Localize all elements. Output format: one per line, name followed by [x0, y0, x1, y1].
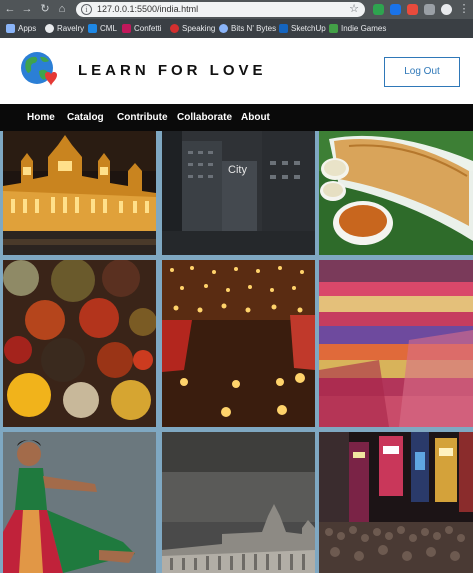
- extension-icon[interactable]: [390, 4, 401, 15]
- extension-icon[interactable]: [424, 4, 435, 15]
- dosa-image: [319, 131, 473, 255]
- globe-heart-logo[interactable]: [20, 51, 58, 89]
- main-nav: Home Catalog Contribute Collaborate Abou…: [0, 104, 473, 131]
- back-icon[interactable]: ←: [4, 3, 16, 15]
- cml-icon: [88, 24, 97, 33]
- dancer-tile[interactable]: [3, 432, 156, 573]
- bookmark-indie-games[interactable]: Indie Games: [329, 22, 386, 35]
- city-label: City: [228, 164, 247, 176]
- logout-button[interactable]: Log Out: [384, 57, 460, 87]
- textiles-tile[interactable]: [319, 260, 473, 427]
- diyas-image: [162, 260, 315, 427]
- profile-icon[interactable]: [441, 4, 452, 15]
- bookmark-speaking[interactable]: Speaking: [170, 22, 215, 35]
- site-title: LEARN FOR LOVE: [78, 62, 267, 79]
- textiles-image: [319, 260, 473, 427]
- diyas-tile[interactable]: [162, 260, 315, 427]
- ravelry-icon: [45, 24, 54, 33]
- apps-icon: [6, 24, 15, 33]
- monument-image: [162, 432, 315, 573]
- dosa-tile[interactable]: [319, 131, 473, 255]
- extension-icon[interactable]: [407, 4, 418, 15]
- bookmark-apps[interactable]: Apps: [6, 22, 36, 35]
- city-tile[interactable]: City: [162, 131, 315, 255]
- city-image: [162, 131, 315, 255]
- nav-home[interactable]: Home: [27, 104, 55, 131]
- url-field[interactable]: i 127.0.0.1:5500/india.html ☆: [76, 2, 365, 17]
- nav-contribute[interactable]: Contribute: [117, 104, 168, 131]
- monument-tile[interactable]: [162, 432, 315, 573]
- spices-tile[interactable]: [3, 260, 156, 427]
- street-tile[interactable]: [319, 432, 473, 573]
- speaking-icon: [170, 24, 179, 33]
- street-image: [319, 432, 473, 573]
- home-icon[interactable]: ⌂: [56, 3, 68, 15]
- confetti-icon: [122, 24, 131, 33]
- menu-icon[interactable]: ⋮: [458, 3, 470, 15]
- spices-image: [3, 260, 156, 427]
- forward-icon[interactable]: →: [21, 3, 33, 15]
- bookmark-cml[interactable]: CML: [88, 22, 117, 35]
- palace-image: [3, 131, 156, 255]
- bookmark-confetti[interactable]: Confetti: [122, 22, 162, 35]
- info-icon[interactable]: i: [81, 4, 92, 15]
- sketchup-icon: [279, 24, 288, 33]
- bookmark-ravelry[interactable]: Ravelry: [45, 22, 84, 35]
- palace-lights-tile[interactable]: [3, 131, 156, 255]
- address-bar: ← → ↻ ⌂ i 127.0.0.1:5500/india.html ☆ ⋮: [0, 0, 473, 19]
- star-icon[interactable]: ☆: [349, 2, 359, 17]
- bookmarks-bar: Apps Ravelry CML Confetti Speaking Bits …: [0, 19, 473, 38]
- bookmark-bits-n-bytes[interactable]: Bits N' Bytes: [219, 22, 276, 35]
- nav-about[interactable]: About: [241, 104, 270, 131]
- extension-icon[interactable]: [373, 4, 384, 15]
- indie-games-icon: [329, 24, 338, 33]
- url-text: 127.0.0.1:5500/india.html: [97, 4, 199, 14]
- nav-collaborate[interactable]: Collaborate: [177, 104, 232, 131]
- globe-icon: [219, 24, 228, 33]
- browser-chrome: ← → ↻ ⌂ i 127.0.0.1:5500/india.html ☆ ⋮ …: [0, 0, 473, 38]
- dancer-image: [3, 432, 156, 573]
- nav-catalog[interactable]: Catalog: [67, 104, 104, 131]
- reload-icon[interactable]: ↻: [39, 3, 51, 15]
- bookmark-sketchup[interactable]: SketchUp: [279, 22, 326, 35]
